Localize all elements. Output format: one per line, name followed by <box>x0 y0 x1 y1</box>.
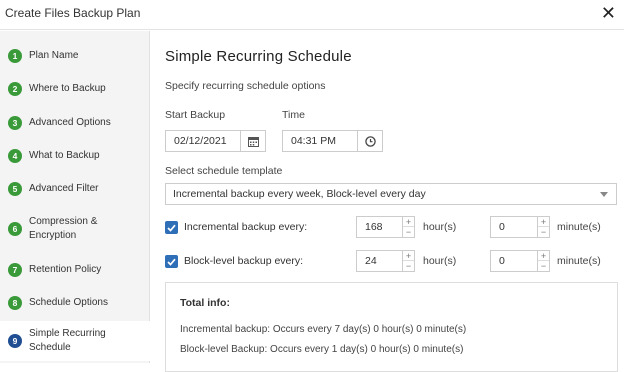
sidebar-item-retention-policy[interactable]: 7 Retention Policy <box>0 253 150 286</box>
total-info-title: Total info: <box>180 297 230 309</box>
sidebar-item-label: What to Backup <box>29 149 144 163</box>
step-number-badge: 7 <box>8 263 22 277</box>
sidebar-item-label: Retention Policy <box>29 263 144 277</box>
step-number-badge: 3 <box>8 116 22 130</box>
schedule-template-select[interactable]: Incremental backup every week, Block-lev… <box>165 183 617 205</box>
dialog-header: Create Files Backup Plan ✕ <box>0 0 624 30</box>
decrement-button[interactable]: − <box>403 261 414 271</box>
incremental-hours-stepper[interactable]: 168 + − <box>356 216 415 238</box>
calendar-icon[interactable] <box>241 130 266 152</box>
chevron-down-icon <box>600 192 608 197</box>
template-label: Select schedule template <box>165 165 282 177</box>
block-level-minutes-stepper[interactable]: 0 + − <box>490 250 550 272</box>
incremental-minutes-stepper[interactable]: 0 + − <box>490 216 550 238</box>
stepper-buttons: + − <box>402 251 414 271</box>
start-date-input[interactable]: 02/12/2021 <box>165 130 241 152</box>
close-icon[interactable]: ✕ <box>601 2 616 24</box>
step-number-badge: 9 <box>8 334 22 348</box>
decrement-button[interactable]: − <box>403 227 414 237</box>
minutes-unit-label: minute(s) <box>557 255 601 267</box>
hours-unit-label: hour(s) <box>423 221 456 233</box>
page-title: Simple Recurring Schedule <box>165 48 352 65</box>
sidebar-item-label: Compression & Encryption <box>29 215 144 243</box>
block-level-summary: Block-level Backup: Occurs every 1 day(s… <box>180 344 463 355</box>
incremental-hours-value: 168 <box>365 221 383 233</box>
stepper-buttons: + − <box>537 217 549 237</box>
sidebar-item-label: Advanced Options <box>29 116 144 130</box>
sidebar-item-label: Schedule Options <box>29 296 144 310</box>
block-level-label: Block-level backup every: <box>184 255 303 267</box>
step-number-badge: 8 <box>8 296 22 310</box>
sidebar-item-label: Advanced Filter <box>29 182 144 196</box>
sidebar-item-schedule-options[interactable]: 8 Schedule Options <box>0 286 150 319</box>
decrement-button[interactable]: − <box>538 227 549 237</box>
incremental-minutes-value: 0 <box>499 221 505 233</box>
block-level-checkbox[interactable] <box>165 255 178 268</box>
stepper-buttons: + − <box>537 251 549 271</box>
total-info-panel: Total info: Incremental backup: Occurs e… <box>165 282 618 372</box>
block-level-hours-stepper[interactable]: 24 + − <box>356 250 415 272</box>
sidebar-item-compression-encryption[interactable]: 6 Compression & Encryption <box>0 211 150 247</box>
dialog-title: Create Files Backup Plan <box>5 6 140 20</box>
sidebar-item-plan-name[interactable]: 1 Plan Name <box>0 39 150 72</box>
sidebar-item-label: Where to Backup <box>29 82 144 96</box>
block-level-hours-value: 24 <box>365 255 377 267</box>
step-number-badge: 4 <box>8 149 22 163</box>
schedule-template-value: Incremental backup every week, Block-lev… <box>173 188 426 200</box>
decrement-button[interactable]: − <box>538 261 549 271</box>
sidebar-item-simple-recurring-schedule[interactable]: 9 Simple Recurring Schedule <box>0 321 150 361</box>
sidebar-item-advanced-options[interactable]: 3 Advanced Options <box>0 106 150 139</box>
main-panel: Simple Recurring Schedule Specify recurr… <box>165 31 624 363</box>
increment-button[interactable]: + <box>538 251 549 261</box>
page-subtitle: Specify recurring schedule options <box>165 80 326 92</box>
wizard-sidebar: 1 Plan Name 2 Where to Backup 3 Advanced… <box>0 31 150 363</box>
incremental-label: Incremental backup every: <box>184 221 307 233</box>
step-number-badge: 6 <box>8 222 22 236</box>
increment-button[interactable]: + <box>538 217 549 227</box>
time-input[interactable]: 04:31 PM <box>282 130 358 152</box>
sidebar-item-what-to-backup[interactable]: 4 What to Backup <box>0 139 150 172</box>
start-backup-label: Start Backup <box>165 109 225 121</box>
incremental-summary: Incremental backup: Occurs every 7 day(s… <box>180 324 466 335</box>
increment-button[interactable]: + <box>403 217 414 227</box>
sidebar-item-advanced-filter[interactable]: 5 Advanced Filter <box>0 172 150 205</box>
hours-unit-label: hour(s) <box>423 255 456 267</box>
increment-button[interactable]: + <box>403 251 414 261</box>
step-number-badge: 1 <box>8 49 22 63</box>
block-level-minutes-value: 0 <box>499 255 505 267</box>
stepper-buttons: + − <box>402 217 414 237</box>
clock-icon[interactable] <box>358 130 383 152</box>
sidebar-item-label: Plan Name <box>29 49 144 63</box>
sidebar-item-where-to-backup[interactable]: 2 Where to Backup <box>0 72 150 105</box>
sidebar-item-label: Simple Recurring Schedule <box>29 327 144 355</box>
step-number-badge: 5 <box>8 182 22 196</box>
minutes-unit-label: minute(s) <box>557 221 601 233</box>
step-number-badge: 2 <box>8 82 22 96</box>
incremental-checkbox[interactable] <box>165 221 178 234</box>
time-label: Time <box>282 109 305 121</box>
